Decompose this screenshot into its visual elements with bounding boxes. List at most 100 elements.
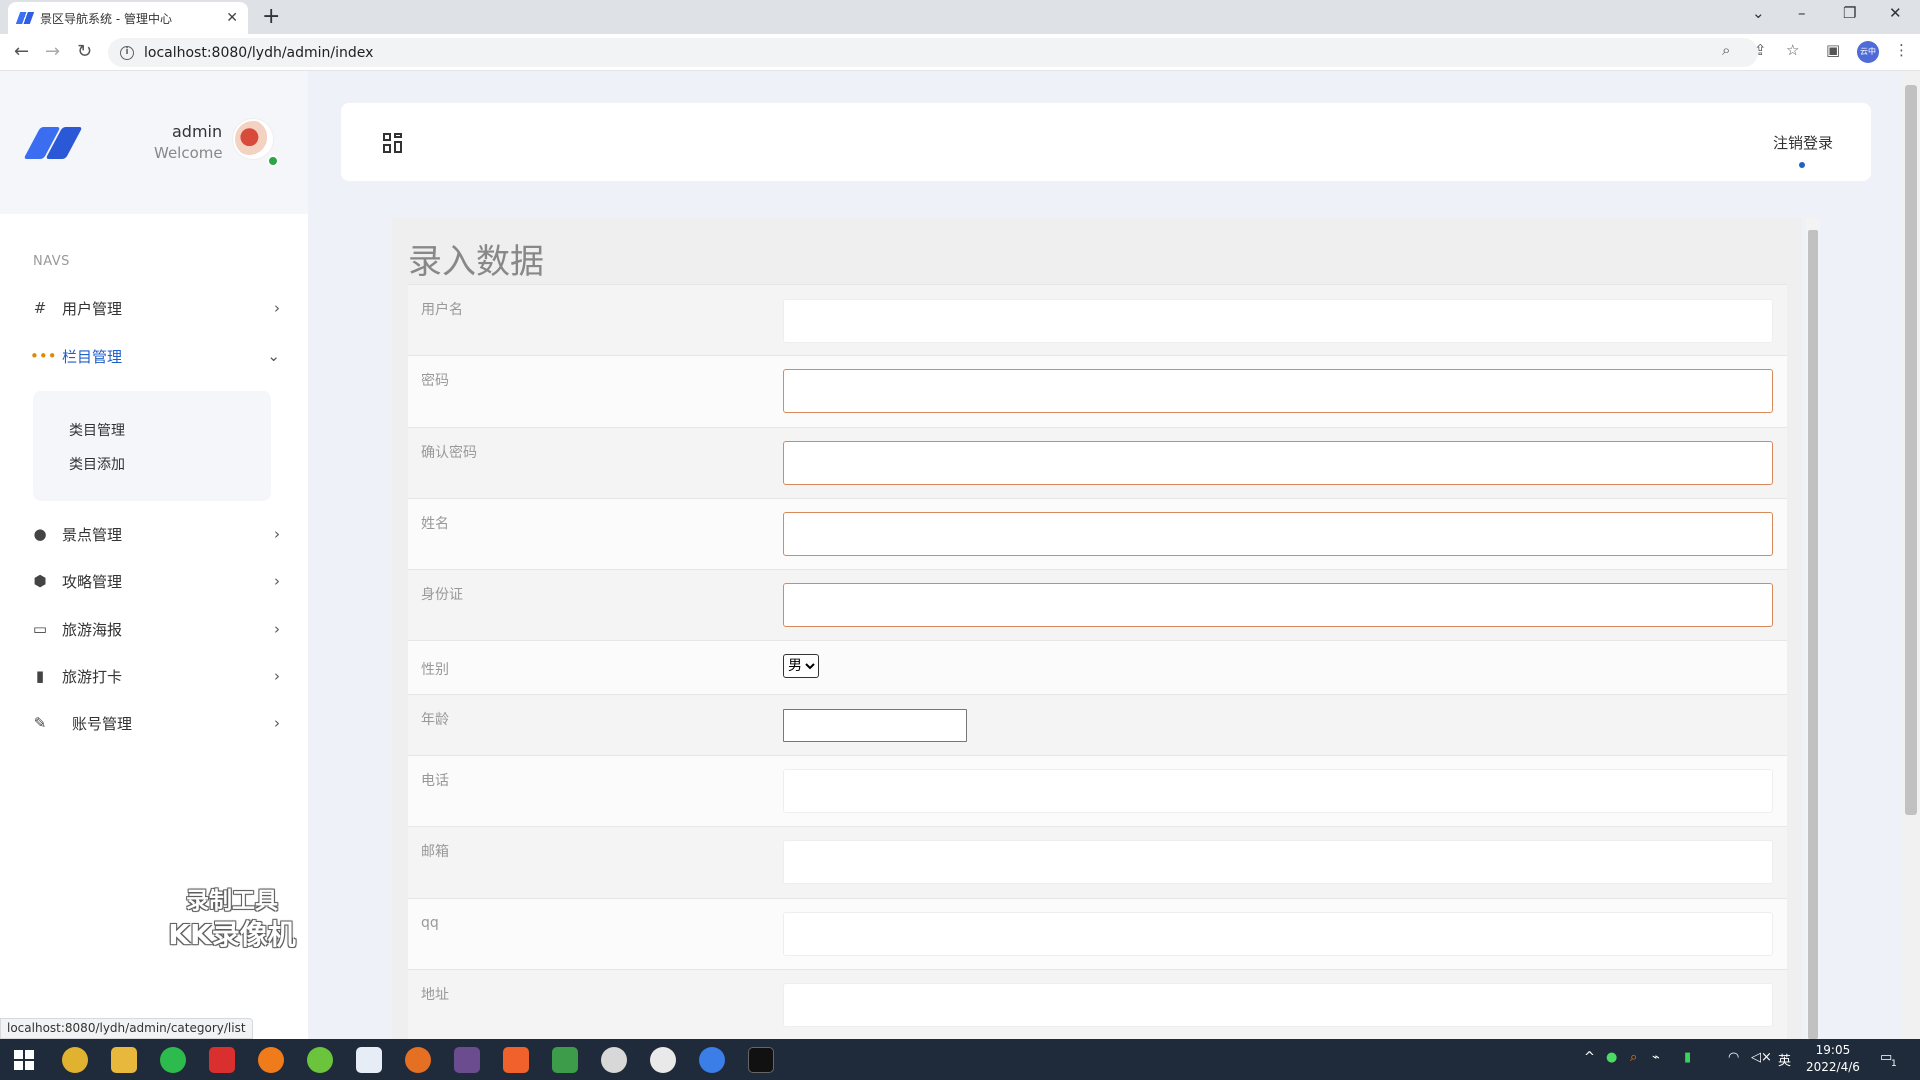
grid-menu-icon[interactable] xyxy=(383,133,403,153)
form-row-password: 密码 xyxy=(408,355,1787,427)
network-app-icon[interactable] xyxy=(356,1047,382,1073)
ime-indicator[interactable]: 英 xyxy=(1778,1050,1791,1069)
wechat-icon[interactable] xyxy=(160,1047,186,1073)
system-clock[interactable]: 19:05 2022/4/6 xyxy=(1806,1042,1860,1076)
tab-search-icon[interactable]: ⌄ xyxy=(1752,4,1765,22)
zoom-icon[interactable]: ⌕ xyxy=(1722,41,1730,59)
form-row-qq: qq xyxy=(408,898,1787,969)
phone-input[interactable] xyxy=(783,769,1773,813)
back-button[interactable]: ← xyxy=(14,41,29,62)
submenu-item-category-add[interactable]: 类目添加 xyxy=(69,454,125,474)
profile-avatar[interactable]: 云中 xyxy=(1857,41,1879,63)
sidebar-brand: admin Welcome xyxy=(0,71,308,214)
sidebar-item-user-management[interactable]: # 用户管理 › xyxy=(30,293,280,323)
notes-app-icon[interactable] xyxy=(552,1047,578,1073)
chevron-right-icon: › xyxy=(274,299,280,317)
submenu-item-category-list[interactable]: 类目管理 xyxy=(69,420,125,440)
ide-app-icon[interactable] xyxy=(454,1047,480,1073)
share-icon[interactable]: ⇪ xyxy=(1754,41,1767,59)
chevron-right-icon: › xyxy=(274,620,280,638)
pencil-icon: ✎ xyxy=(33,714,47,732)
browser-menu-icon[interactable]: ⋮ xyxy=(1894,41,1909,59)
qq-input[interactable] xyxy=(783,912,1773,956)
address-bar[interactable]: i localhost:8080/lydh/admin/index xyxy=(108,38,1758,67)
url-text: localhost:8080/lydh/admin/index xyxy=(144,44,374,61)
browser-tab[interactable]: 景区导航系统 - 管理中心 ✕ xyxy=(8,2,248,34)
clock-date: 2022/4/6 xyxy=(1806,1060,1860,1074)
windows-taskbar: ^ ● ⌕ ⌁ ▮ ◠ ◁× 英 19:05 2022/4/6 ▭ 1 xyxy=(0,1039,1920,1080)
info-icon[interactable]: i xyxy=(120,45,134,60)
volume-muted-icon[interactable]: ◁× xyxy=(1751,1050,1772,1065)
chat-app-icon[interactable] xyxy=(601,1047,627,1073)
sidebar-item-travel-poster[interactable]: ▭ 旅游海报 › xyxy=(30,614,280,644)
email-input[interactable] xyxy=(783,840,1773,884)
sidebar-item-guide-management[interactable]: ⬢ 攻略管理 › xyxy=(30,566,280,596)
sidebar-item-travel-checkin[interactable]: ▮ 旅游打卡 › xyxy=(30,661,280,691)
box-icon: ⬢ xyxy=(33,572,47,590)
page-scroll-thumb[interactable] xyxy=(1905,85,1917,815)
tray-expand-icon[interactable]: ^ xyxy=(1584,1050,1595,1065)
form-row-id-card: 身份证 xyxy=(408,569,1787,640)
new-tab-button[interactable]: + xyxy=(262,4,280,29)
green-app-icon[interactable] xyxy=(307,1047,333,1073)
close-window-button[interactable]: ✕ xyxy=(1889,4,1902,22)
sidebar-item-label: 旅游海报 xyxy=(62,620,123,639)
restore-button[interactable]: ❐ xyxy=(1843,4,1856,22)
confirm-password-input[interactable] xyxy=(783,441,1773,485)
start-button[interactable] xyxy=(14,1050,34,1070)
file-icon: ▮ xyxy=(35,667,45,685)
id-card-input[interactable] xyxy=(783,583,1773,627)
battery-tray-icon[interactable]: ▮ xyxy=(1684,1050,1691,1065)
form-row-gender: 性别 男 xyxy=(408,640,1787,694)
app-logo[interactable] xyxy=(23,127,83,159)
media-app-icon[interactable] xyxy=(503,1047,529,1073)
logout-button[interactable]: 注销登录 xyxy=(1773,132,1833,153)
sidebar-item-label: 景点管理 xyxy=(62,525,123,544)
field-label: 姓名 xyxy=(421,516,449,532)
file-explorer-icon[interactable] xyxy=(111,1047,137,1073)
sidebar: admin Welcome NAVS # 用户管理 › ••• 栏目管理 ⌄ 类… xyxy=(0,71,308,1039)
sidebar-item-label: 旅游打卡 xyxy=(62,667,123,686)
sidebar-item-column-management[interactable]: ••• 栏目管理 ⌄ xyxy=(30,341,280,371)
age-input[interactable] xyxy=(783,709,967,742)
search-tray-icon[interactable]: ⌕ xyxy=(1630,1050,1637,1065)
gender-select[interactable]: 男 xyxy=(783,654,819,678)
close-tab-icon[interactable]: ✕ xyxy=(226,10,238,26)
browser-toolbar: ← → ↻ i localhost:8080/lydh/admin/index … xyxy=(0,34,1920,71)
avatar[interactable] xyxy=(233,119,273,159)
field-label: 年龄 xyxy=(421,712,449,728)
field-label: 密码 xyxy=(421,373,449,389)
search-app-icon[interactable] xyxy=(258,1047,284,1073)
side-panel-icon[interactable]: ▣ xyxy=(1826,41,1840,59)
sidebar-item-scenic-management[interactable]: ● 景点管理 › xyxy=(30,519,280,549)
name-input[interactable] xyxy=(783,512,1773,556)
bookmark-star-icon[interactable]: ☆ xyxy=(1786,41,1799,59)
terminal-icon[interactable] xyxy=(748,1047,774,1073)
user-name: admin xyxy=(172,122,223,141)
reload-button[interactable]: ↻ xyxy=(77,41,92,62)
content-scroll-thumb[interactable] xyxy=(1808,230,1818,1039)
wechat-tray-icon[interactable]: ● xyxy=(1606,1050,1617,1065)
browser-app-icon[interactable] xyxy=(699,1047,725,1073)
chrome-icon[interactable] xyxy=(62,1047,88,1073)
image-icon: ▭ xyxy=(32,620,48,638)
page-scrollbar[interactable] xyxy=(1902,71,1920,1039)
password-input[interactable] xyxy=(783,369,1773,413)
content-scrollbar[interactable] xyxy=(1806,218,1820,1039)
sidebar-item-account-management[interactable]: ✎ 账号管理 › xyxy=(30,708,280,738)
usb-tray-icon[interactable]: ⌁ xyxy=(1652,1050,1660,1065)
field-label: qq xyxy=(421,915,439,931)
minimize-button[interactable]: – xyxy=(1798,4,1806,22)
data-entry-form: 用户名 密码 确认密码 姓名 身份证 性别 男 年龄 电话 邮箱 qq 地址 xyxy=(408,284,1787,1039)
field-label: 电话 xyxy=(421,773,449,789)
address-input[interactable] xyxy=(783,983,1773,1027)
wps-icon[interactable] xyxy=(209,1047,235,1073)
username-input[interactable] xyxy=(783,299,1773,343)
recorder-app-icon[interactable] xyxy=(405,1047,431,1073)
forward-button[interactable]: → xyxy=(45,41,60,62)
form-row-phone: 电话 xyxy=(408,755,1787,826)
qq-app-icon[interactable] xyxy=(650,1047,676,1073)
chevron-right-icon: › xyxy=(274,667,280,685)
site-logo-icon xyxy=(15,12,35,24)
wifi-icon[interactable]: ◠ xyxy=(1728,1050,1739,1065)
